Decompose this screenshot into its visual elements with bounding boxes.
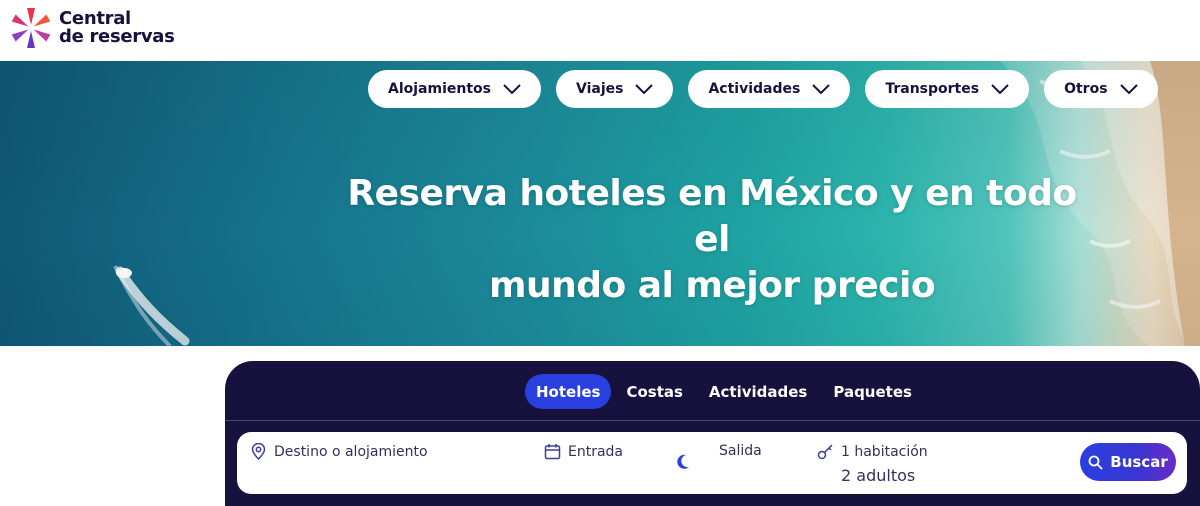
chevron-down-icon [503, 84, 521, 95]
brand-name: Central de reservas [59, 10, 175, 46]
checkin-field[interactable]: Entrada [544, 443, 623, 460]
brand-line-2: de reservas [59, 26, 175, 47]
nav-label: Viajes [576, 81, 624, 97]
chevron-down-icon [1119, 84, 1138, 95]
destination-placeholder: Destino o alojamiento [274, 443, 428, 460]
rooms-label: 1 habitación [841, 443, 928, 460]
chevron-down-icon [812, 84, 831, 95]
nav-actividades[interactable]: Actividades [688, 70, 851, 108]
guests-value[interactable]: 2 adultos [841, 466, 915, 485]
tab-costas[interactable]: Costas [615, 374, 693, 409]
tab-actividades[interactable]: Actividades [698, 374, 818, 409]
key-icon [817, 444, 833, 460]
search-button[interactable]: Buscar [1080, 443, 1176, 481]
hero-headline-line-2: mundo al mejor precio [488, 265, 936, 306]
chevron-down-icon [635, 84, 654, 95]
nav-label: Otros [1064, 81, 1108, 97]
star-logo-icon [11, 8, 51, 48]
tab-paquetes[interactable]: Paquetes [822, 374, 923, 409]
nav-label: Alojamientos [388, 81, 491, 97]
moon-icon [677, 454, 689, 469]
nav-viajes[interactable]: Viajes [556, 70, 674, 108]
product-tabs: Hoteles Costas Actividades Paquetes [525, 374, 923, 409]
calendar-icon [544, 444, 561, 460]
hero-banner: Alojamientos Viajes Actividades Transpor… [0, 61, 1200, 346]
nav-alojamientos[interactable]: Alojamientos [368, 70, 541, 108]
nav-label: Transportes [885, 81, 980, 97]
search-button-label: Buscar [1110, 453, 1168, 471]
hero-headline-line-1: Reserva hoteles en México y en todo el [347, 173, 1077, 260]
divider [225, 420, 1200, 421]
hero-headline: Reserva hoteles en México y en todo el m… [330, 171, 1094, 309]
rooms-field[interactable]: 1 habitación [817, 443, 928, 460]
checkin-label: Entrada [568, 443, 624, 460]
nav-label: Actividades [708, 81, 801, 97]
nav-otros[interactable]: Otros [1044, 70, 1158, 108]
search-icon [1088, 455, 1103, 470]
checkout-field[interactable]: Salida [719, 443, 762, 459]
destination-field[interactable]: Destino o alojamiento [250, 443, 428, 460]
search-form: Destino o alojamiento Entrada Salida 1 h… [237, 432, 1187, 494]
checkout-label: Salida [719, 443, 762, 459]
top-bar: Central de reservas [0, 0, 1200, 61]
tab-hoteles[interactable]: Hoteles [525, 374, 612, 409]
location-pin-icon [251, 443, 266, 460]
category-nav: Alojamientos Viajes Actividades Transpor… [368, 70, 1158, 108]
search-panel: Hoteles Costas Actividades Paquetes Dest… [225, 361, 1200, 506]
nav-transportes[interactable]: Transportes [865, 70, 1030, 108]
brand-logo[interactable]: Central de reservas [8, 5, 175, 51]
chevron-down-icon [991, 84, 1009, 95]
